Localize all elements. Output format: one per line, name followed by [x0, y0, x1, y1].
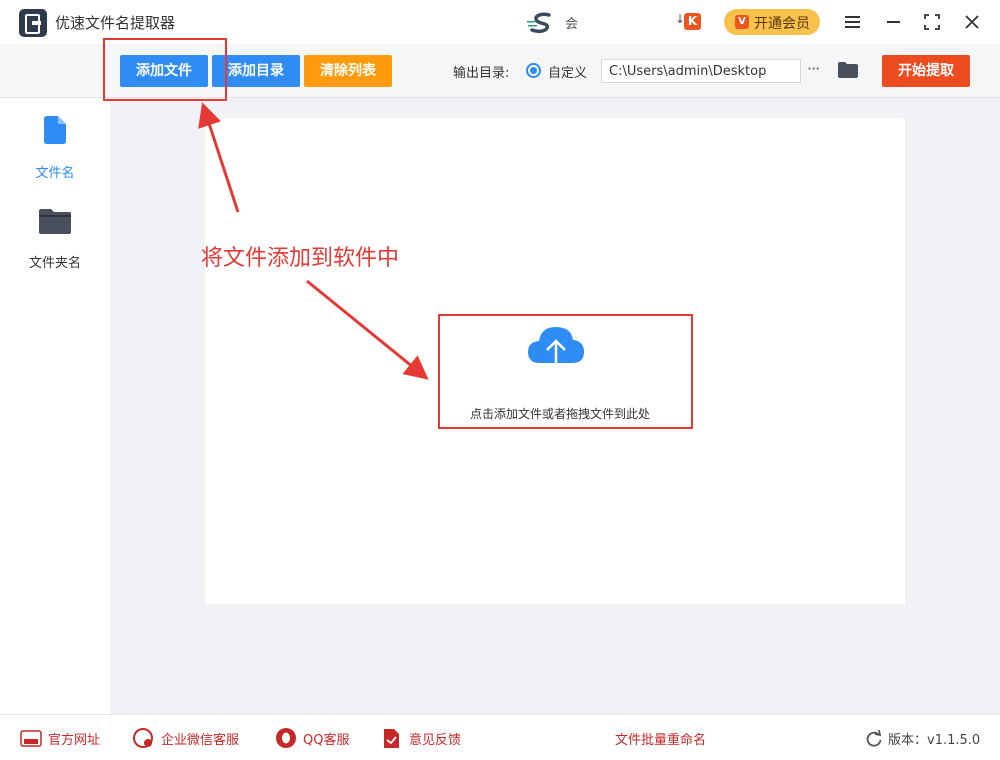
- close-icon[interactable]: [962, 12, 982, 32]
- annotation-box-add-file: [103, 38, 227, 101]
- official-website-label: 官方网址: [48, 733, 101, 748]
- maximize-icon[interactable]: [922, 12, 942, 32]
- sidebar-item-filename[interactable]: 文件名: [0, 112, 110, 184]
- refresh-icon: [866, 730, 882, 747]
- wechat-support-label: 企业微信客服: [161, 733, 240, 748]
- app-title: 优速文件名提取器: [55, 14, 176, 32]
- sidebar: 文件名 文件夹名: [0, 98, 110, 714]
- sidebar-item-label: 文件夹名: [28, 256, 81, 271]
- output-path-input[interactable]: [601, 59, 801, 83]
- open-folder-icon[interactable]: [837, 61, 859, 79]
- folder-icon: [39, 209, 71, 234]
- batch-rename-link[interactable]: 文件批量重命名: [615, 729, 706, 748]
- qq-icon: [276, 728, 296, 748]
- website-icon: [20, 730, 42, 747]
- minimize-icon[interactable]: [884, 12, 904, 32]
- custom-radio-label[interactable]: 自定义: [548, 62, 587, 81]
- ad-logo-icon[interactable]: [527, 12, 557, 34]
- annotation-box-drop-zone: [438, 314, 693, 429]
- status-bar: 官方网址 企业微信客服 QQ客服 意见反馈 文件批量重命名 版本：v1.1.5.…: [0, 714, 1000, 760]
- custom-radio[interactable]: [526, 63, 541, 78]
- qq-support-label: QQ客服: [303, 733, 350, 748]
- wechat-icon: [133, 728, 153, 748]
- menu-icon[interactable]: [843, 12, 863, 32]
- kk-app-icon[interactable]: K: [684, 13, 701, 30]
- app-logo-icon: [19, 9, 47, 37]
- output-directory-label: 输出目录:: [453, 66, 510, 81]
- start-extract-button[interactable]: 开始提取: [882, 55, 970, 87]
- ad-text[interactable]: 会: [565, 13, 578, 32]
- clear-list-button[interactable]: 清除列表: [304, 55, 392, 87]
- vip-button[interactable]: V 开通会员: [724, 9, 820, 35]
- feedback-icon: [384, 729, 399, 748]
- file-icon: [44, 116, 66, 144]
- vip-icon: V: [735, 15, 749, 29]
- feedback-label: 意见反馈: [409, 733, 462, 748]
- version-label: 版本：v1.1.5.0: [888, 733, 981, 748]
- sidebar-item-foldername[interactable]: 文件夹名: [0, 202, 110, 274]
- more-options-button[interactable]: ···: [807, 59, 820, 78]
- vip-label: 开通会员: [754, 16, 810, 32]
- sidebar-item-label: 文件名: [35, 166, 75, 181]
- annotation-text: 将文件添加到软件中: [201, 246, 400, 271]
